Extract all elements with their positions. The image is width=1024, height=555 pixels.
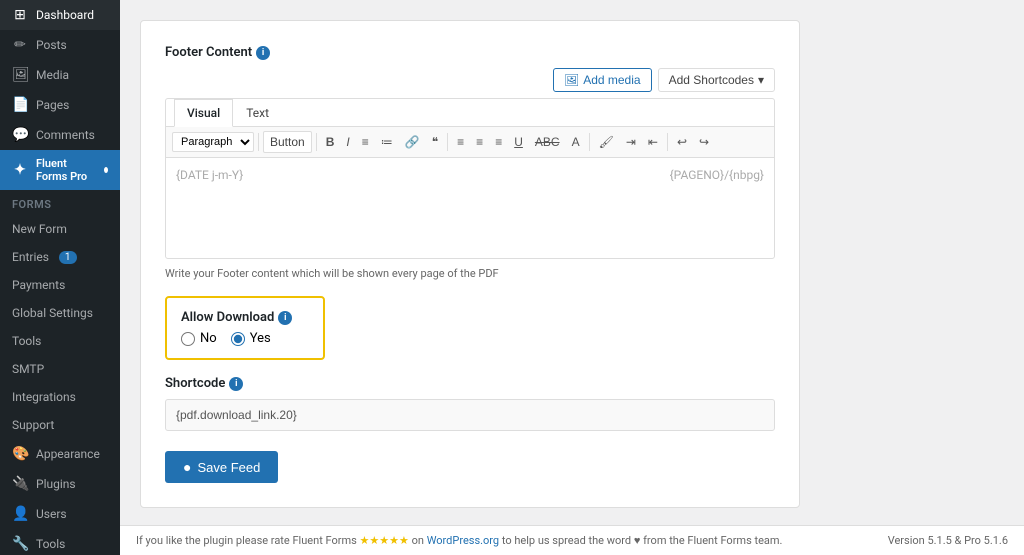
footer-content-info-icon[interactable]: i <box>256 46 270 60</box>
comments-icon: 💬 <box>12 127 28 143</box>
entries-badge: 1 <box>59 251 77 264</box>
shortcode-input[interactable] <box>165 399 775 431</box>
wordpress-link[interactable]: WordPress.org <box>427 534 499 547</box>
toolbar-sep-2 <box>316 133 317 151</box>
add-shortcodes-button[interactable]: Add Shortcodes ▾ <box>658 68 775 92</box>
forms-section-label: Forms <box>0 190 120 215</box>
toolbar-sep-4 <box>589 133 590 151</box>
editor-body[interactable]: {DATE j-m-Y} {PAGENO}/{nbpg} <box>166 158 774 258</box>
version-text: Version 5.1.5 & Pro 5.1.6 <box>888 534 1008 547</box>
footer-editor: Visual Text Paragraph Button B I ≡ <box>165 98 775 259</box>
allow-download-info-icon[interactable]: i <box>278 311 292 325</box>
sidebar-item-pages[interactable]: 📄 Pages <box>0 90 120 120</box>
chevron-down-icon: ▾ <box>758 73 764 87</box>
add-media-icon: 🖼 <box>564 73 579 87</box>
sidebar-item-comments[interactable]: 💬 Comments <box>0 120 120 150</box>
tab-visual[interactable]: Visual <box>174 99 233 127</box>
media-icon: 🖼 <box>12 67 28 83</box>
content-card: Footer Content i 🖼 Add media Add Shortco… <box>140 20 800 508</box>
posts-icon: ✏ <box>12 37 28 53</box>
sidebar-item-support[interactable]: Support <box>0 411 120 439</box>
sidebar-item-users[interactable]: 👤 Users <box>0 499 120 529</box>
sidebar-item-global-settings[interactable]: Global Settings <box>0 299 120 327</box>
footer-content-label: Footer Content i <box>165 45 775 60</box>
sidebar-item-tools-bottom[interactable]: 🔧 Tools <box>0 529 120 555</box>
save-feed-button[interactable]: ● Save Feed <box>165 451 278 483</box>
radio-no-input[interactable] <box>181 332 195 346</box>
undo-button[interactable]: ↩ <box>672 132 692 152</box>
sidebar-item-posts[interactable]: ✏ Posts <box>0 30 120 60</box>
tools-icon: 🔧 <box>12 536 28 552</box>
align-center-button[interactable]: ≡ <box>471 132 488 152</box>
save-icon: ● <box>183 459 191 475</box>
redo-button[interactable]: ↪ <box>694 132 714 152</box>
align-right-button[interactable]: ≡ <box>490 132 507 152</box>
outdent-button[interactable]: ⇤ <box>643 132 663 152</box>
tab-text[interactable]: Text <box>233 99 282 127</box>
toolbar-sep-5 <box>667 133 668 151</box>
editor-top-row: 🖼 Add media Add Shortcodes ▾ <box>165 68 775 92</box>
toolbar-sep-3 <box>447 133 448 151</box>
sidebar-item-dashboard[interactable]: ⊞ Dashboard <box>0 0 120 30</box>
add-media-button[interactable]: 🖼 Add media <box>553 68 652 92</box>
stars: ★★★★★ <box>360 534 409 547</box>
link-button[interactable]: 🔗 <box>400 132 425 152</box>
active-dot <box>104 167 108 173</box>
footer-bar: If you like the plugin please rate Fluen… <box>120 525 1024 555</box>
font-color-button[interactable]: A <box>567 132 585 152</box>
allow-download-box: Allow Download i No Yes <box>165 296 325 360</box>
radio-yes[interactable]: Yes <box>231 331 271 346</box>
users-icon: 👤 <box>12 506 28 522</box>
allow-download-label: Allow Download i <box>181 310 309 325</box>
editor-tabs: Visual Text <box>166 99 774 127</box>
footer-content-hint: Write your Footer content which will be … <box>165 267 775 280</box>
sidebar-item-plugins[interactable]: 🔌 Plugins <box>0 469 120 499</box>
bold-button[interactable]: B <box>321 132 340 152</box>
sidebar-item-entries[interactable]: Entries 1 <box>0 243 120 271</box>
dashboard-icon: ⊞ <box>12 7 28 23</box>
align-left-button[interactable]: ≡ <box>452 132 469 152</box>
ordered-list-button[interactable]: ≔ <box>376 132 398 152</box>
content-area: Footer Content i 🖼 Add media Add Shortco… <box>120 0 1024 525</box>
editor-top-buttons: 🖼 Add media Add Shortcodes ▾ <box>553 68 775 92</box>
italic-button[interactable]: I <box>341 132 354 152</box>
footer-text: If you like the plugin please rate Fluen… <box>136 534 782 547</box>
sidebar-item-smtp[interactable]: SMTP <box>0 355 120 383</box>
fluent-icon: ✦ <box>12 162 28 178</box>
sidebar-item-tools[interactable]: Tools <box>0 327 120 355</box>
toolbar-sep-1 <box>258 133 259 151</box>
sidebar-item-payments[interactable]: Payments <box>0 271 120 299</box>
shortcode-info-icon[interactable]: i <box>229 377 243 391</box>
paragraph-select[interactable]: Paragraph <box>172 132 254 152</box>
shortcode-label: Shortcode i <box>165 376 775 391</box>
editor-date-placeholder: {DATE j-m-Y} <box>176 168 243 182</box>
allow-download-radio-group: No Yes <box>181 331 309 346</box>
appearance-icon: 🎨 <box>12 446 28 462</box>
radio-yes-input[interactable] <box>231 332 245 346</box>
editor-toolbar: Paragraph Button B I ≡ ≔ 🔗 ❝ ≡ ≡ <box>166 127 774 158</box>
sidebar-item-appearance[interactable]: 🎨 Appearance <box>0 439 120 469</box>
sidebar: ⊞ Dashboard ✏ Posts 🖼 Media 📄 Pages 💬 Co… <box>0 0 120 555</box>
pages-icon: 📄 <box>12 97 28 113</box>
sidebar-item-media[interactable]: 🖼 Media <box>0 60 120 90</box>
underline-button[interactable]: U <box>509 132 528 152</box>
indent-button[interactable]: ⇥ <box>621 132 641 152</box>
sidebar-item-new-form[interactable]: New Form <box>0 215 120 243</box>
strikethrough-button[interactable]: ABC <box>530 132 565 152</box>
sidebar-item-fluent-forms[interactable]: ✦ Fluent Forms Pro <box>0 150 120 190</box>
plugins-icon: 🔌 <box>12 476 28 492</box>
sidebar-item-integrations[interactable]: Integrations <box>0 383 120 411</box>
paint-button[interactable]: 🖌 <box>594 132 619 152</box>
main-content: Footer Content i 🖼 Add media Add Shortco… <box>120 0 1024 555</box>
radio-no[interactable]: No <box>181 331 217 346</box>
editor-pageno-placeholder: {PAGENO}/{nbpg} <box>670 168 764 182</box>
blockquote-button[interactable]: ❝ <box>427 132 443 152</box>
button-insert-button[interactable]: Button <box>263 131 312 153</box>
unordered-list-button[interactable]: ≡ <box>357 132 374 152</box>
